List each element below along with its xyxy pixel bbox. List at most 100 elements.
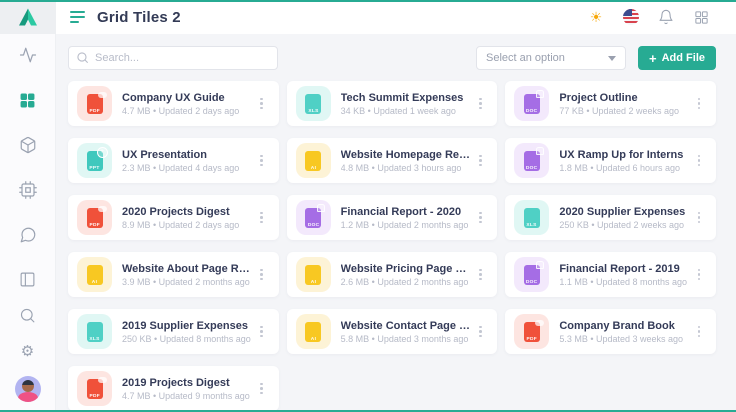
sidebar-item-grid-tiles[interactable] xyxy=(17,89,39,111)
file-meta: 77 KB • Updated 2 weeks ago xyxy=(559,106,692,116)
file-extension-label: AI xyxy=(310,278,315,283)
sidebar: ⚙ xyxy=(0,0,56,412)
file-menu-button[interactable] xyxy=(255,267,269,283)
file-menu-button[interactable] xyxy=(255,210,269,226)
file-type-icon: DOC xyxy=(514,143,549,178)
file-card[interactable]: XLS Tech Summit Expenses 34 KB • Updated… xyxy=(287,81,498,126)
file-meta: 2.3 MB • Updated 4 days ago xyxy=(122,163,255,173)
file-type-icon: PDF xyxy=(77,371,112,406)
file-menu-button[interactable] xyxy=(255,96,269,112)
app-switcher-button[interactable] xyxy=(692,8,710,26)
file-type-icon: XLS xyxy=(77,314,112,349)
file-name: UX Presentation xyxy=(122,149,255,161)
file-card[interactable]: PDF 2019 Projects Digest 4.7 MB • Update… xyxy=(68,366,279,411)
sidebar-item-packages[interactable] xyxy=(17,134,39,156)
file-meta: 4.7 MB • Updated 2 days ago xyxy=(122,106,255,116)
tiles-icon xyxy=(19,92,36,109)
notifications-button[interactable] xyxy=(657,8,675,26)
file-menu-button[interactable] xyxy=(255,381,269,397)
file-meta: 8.9 MB • Updated 2 days ago xyxy=(122,220,255,230)
file-card[interactable]: PDF Company UX Guide 4.7 MB • Updated 2 … xyxy=(68,81,279,126)
file-card[interactable]: AI Website About Page Redesign 3.9 MB • … xyxy=(68,252,279,297)
file-card[interactable]: AI Website Homepage Redesign 4.8 MB • Up… xyxy=(287,138,498,183)
file-card-text: 2019 Supplier Expenses 250 KB • Updated … xyxy=(122,320,255,344)
file-card-text: Financial Report - 2020 1.2 MB • Updated… xyxy=(341,206,474,230)
select-value: Select an option xyxy=(486,52,565,64)
sidebar-nav xyxy=(17,44,39,246)
layout-icon xyxy=(19,271,36,288)
file-extension-label: DOC xyxy=(307,221,319,226)
file-name: Website Contact Page Redesign xyxy=(341,320,474,332)
file-card[interactable]: XLS 2020 Supplier Expenses 250 KB • Upda… xyxy=(505,195,716,240)
file-card[interactable]: DOC Financial Report - 2020 1.2 MB • Upd… xyxy=(287,195,498,240)
gear-icon: ⚙ xyxy=(21,344,34,359)
sidebar-item-messages[interactable] xyxy=(17,224,39,246)
file-meta: 4.8 MB • Updated 3 hours ago xyxy=(341,163,474,173)
file-card-text: UX Ramp Up for Interns 1.8 MB • Updated … xyxy=(559,149,692,173)
file-card-text: 2019 Projects Digest 4.7 MB • Updated 9 … xyxy=(122,377,255,401)
file-card[interactable]: PDF 2020 Projects Digest 8.9 MB • Update… xyxy=(68,195,279,240)
hamburger-menu-icon[interactable] xyxy=(70,11,85,23)
file-card[interactable]: XLS 2019 Supplier Expenses 250 KB • Upda… xyxy=(68,309,279,354)
search-input[interactable] xyxy=(68,46,278,70)
theme-toggle-button[interactable]: ☀ xyxy=(587,8,605,26)
file-menu-button[interactable] xyxy=(692,153,706,169)
file-menu-button[interactable] xyxy=(692,96,706,112)
file-card[interactable]: PDF Company Brand Book 5.3 MB • Updated … xyxy=(505,309,716,354)
file-menu-button[interactable] xyxy=(255,153,269,169)
file-grid: PDF Company UX Guide 4.7 MB • Updated 2 … xyxy=(68,81,716,411)
add-file-button[interactable]: + Add File xyxy=(638,46,716,70)
file-name: Financial Report - 2019 xyxy=(559,263,692,275)
file-meta: 1.2 MB • Updated 2 months ago xyxy=(341,220,474,230)
file-menu-button[interactable] xyxy=(692,324,706,340)
file-extension-label: DOC xyxy=(526,278,538,283)
file-menu-button[interactable] xyxy=(473,153,487,169)
file-card-text: Company UX Guide 4.7 MB • Updated 2 days… xyxy=(122,92,255,116)
language-button[interactable] xyxy=(622,8,640,26)
sidebar-item-settings[interactable]: ⚙ xyxy=(17,340,39,362)
file-card[interactable]: DOC Project Outline 77 KB • Updated 2 we… xyxy=(505,81,716,126)
file-extension-label: XLS xyxy=(308,107,318,112)
file-card[interactable]: PPT UX Presentation 2.3 MB • Updated 4 d… xyxy=(68,138,279,183)
sidebar-item-search[interactable] xyxy=(17,304,39,326)
file-meta: 250 KB • Updated 2 weeks ago xyxy=(559,220,692,230)
apps-grid-icon xyxy=(694,10,709,25)
chevron-down-icon xyxy=(608,56,616,61)
file-menu-button[interactable] xyxy=(692,267,706,283)
file-card[interactable]: AI Website Contact Page Redesign 5.8 MB … xyxy=(287,309,498,354)
file-extension-label: AI xyxy=(310,164,315,169)
file-menu-button[interactable] xyxy=(473,96,487,112)
file-name: Website About Page Redesign xyxy=(122,263,255,275)
sidebar-item-layout[interactable] xyxy=(17,268,39,290)
file-card[interactable]: DOC UX Ramp Up for Interns 1.8 MB • Upda… xyxy=(505,138,716,183)
file-type-icon: AI xyxy=(77,257,112,292)
file-type-icon: PPT xyxy=(77,143,112,178)
file-type-icon: PDF xyxy=(77,200,112,235)
activity-icon xyxy=(19,46,37,64)
chat-icon xyxy=(19,226,37,244)
file-type-select[interactable]: Select an option xyxy=(476,46,626,70)
file-menu-button[interactable] xyxy=(473,210,487,226)
file-menu-button[interactable] xyxy=(473,267,487,283)
user-avatar[interactable] xyxy=(15,376,41,402)
sidebar-item-system[interactable] xyxy=(17,179,39,201)
file-menu-button[interactable] xyxy=(473,324,487,340)
file-meta: 250 KB • Updated 8 months ago xyxy=(122,334,255,344)
file-card-text: UX Presentation 2.3 MB • Updated 4 days … xyxy=(122,149,255,173)
file-type-icon: XLS xyxy=(296,86,331,121)
file-menu-button[interactable] xyxy=(255,324,269,340)
file-meta: 1.1 MB • Updated 8 months ago xyxy=(559,277,692,287)
file-meta: 4.7 MB • Updated 9 months ago xyxy=(122,391,255,401)
file-meta: 5.8 MB • Updated 3 months ago xyxy=(341,334,474,344)
app-logo[interactable] xyxy=(0,0,56,34)
search-icon xyxy=(76,51,89,64)
file-meta: 1.8 MB • Updated 6 hours ago xyxy=(559,163,692,173)
sidebar-bottom: ⚙ xyxy=(15,268,41,412)
file-menu-button[interactable] xyxy=(692,210,706,226)
file-card[interactable]: AI Website Pricing Page Redesign 2.6 MB … xyxy=(287,252,498,297)
file-extension-label: DOC xyxy=(526,107,538,112)
file-card[interactable]: DOC Financial Report - 2019 1.1 MB • Upd… xyxy=(505,252,716,297)
file-type-icon: AI xyxy=(296,143,331,178)
header: Grid Tiles 2 ☀ xyxy=(56,0,736,34)
sidebar-item-activity[interactable] xyxy=(17,44,39,66)
